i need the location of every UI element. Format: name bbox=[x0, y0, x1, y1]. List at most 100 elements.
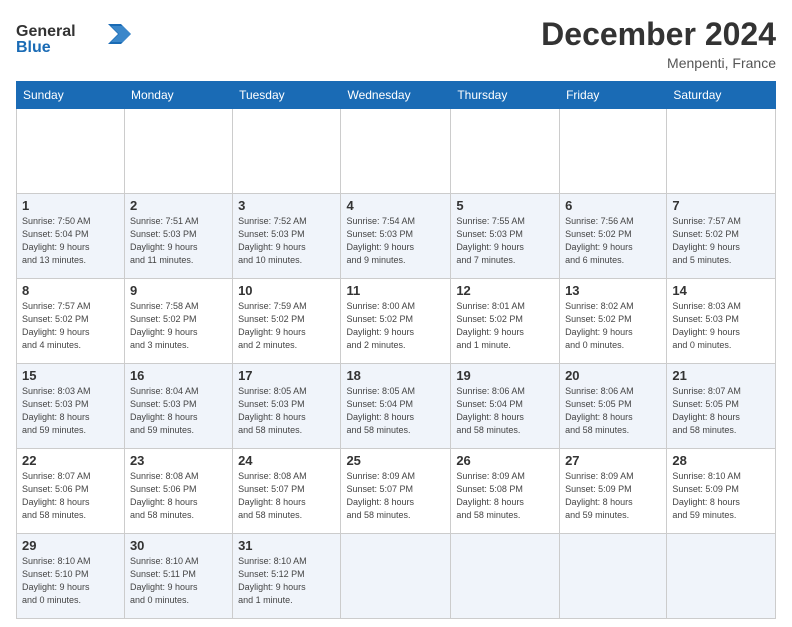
day-detail: Sunrise: 8:05 AMSunset: 5:04 PMDaylight:… bbox=[346, 385, 445, 437]
calendar-cell: 14Sunrise: 8:03 AMSunset: 5:03 PMDayligh… bbox=[667, 279, 776, 364]
calendar-cell bbox=[341, 109, 451, 194]
day-detail: Sunrise: 8:08 AMSunset: 5:07 PMDaylight:… bbox=[238, 470, 335, 522]
day-detail: Sunrise: 8:10 AMSunset: 5:12 PMDaylight:… bbox=[238, 555, 335, 607]
calendar-cell: 15 Sunrise: 8:03 AMSunset: 5:03 PMDayligh… bbox=[17, 364, 125, 449]
day-detail: Sunrise: 8:04 AMSunset: 5:03 PMDaylight:… bbox=[130, 385, 227, 437]
day-detail: Sunrise: 8:10 AMSunset: 5:10 PMDaylight:… bbox=[22, 555, 119, 607]
day-detail: Sunrise: 8:07 AMSunset: 5:06 PMDaylight:… bbox=[22, 470, 119, 522]
col-sunday: Sunday bbox=[17, 82, 125, 109]
day-detail: Sunrise: 7:57 AMSunset: 5:02 PMDaylight:… bbox=[672, 215, 770, 267]
day-number: 16 bbox=[130, 368, 227, 383]
calendar-cell bbox=[341, 534, 451, 619]
day-number: 21 bbox=[672, 368, 770, 383]
calendar-week-6: 29 Sunrise: 8:10 AMSunset: 5:10 PMDayligh… bbox=[17, 534, 776, 619]
day-number: 8 bbox=[22, 283, 119, 298]
calendar-cell: 26 Sunrise: 8:09 AMSunset: 5:08 PMDayligh… bbox=[451, 449, 560, 534]
logo: General Blue bbox=[16, 16, 136, 66]
calendar-cell: 23 Sunrise: 8:08 AMSunset: 5:06 PMDayligh… bbox=[124, 449, 232, 534]
day-number: 26 bbox=[456, 453, 554, 468]
day-number: 4 bbox=[346, 198, 445, 213]
day-detail: Sunrise: 8:03 AMSunset: 5:03 PMDaylight:… bbox=[672, 300, 770, 352]
day-detail: Sunrise: 8:00 AMSunset: 5:02 PMDaylight:… bbox=[346, 300, 445, 352]
month-title: December 2024 bbox=[541, 16, 776, 53]
col-wednesday: Wednesday bbox=[341, 82, 451, 109]
day-detail: Sunrise: 8:02 AMSunset: 5:02 PMDaylight:… bbox=[565, 300, 661, 352]
svg-text:General: General bbox=[16, 23, 76, 40]
day-number: 11 bbox=[346, 283, 445, 298]
day-detail: Sunrise: 8:08 AMSunset: 5:06 PMDaylight:… bbox=[130, 470, 227, 522]
day-detail: Sunrise: 7:56 AMSunset: 5:02 PMDaylight:… bbox=[565, 215, 661, 267]
day-detail: Sunrise: 8:10 AMSunset: 5:11 PMDaylight:… bbox=[130, 555, 227, 607]
day-detail: Sunrise: 8:07 AMSunset: 5:05 PMDaylight:… bbox=[672, 385, 770, 437]
calendar-cell: 18 Sunrise: 8:05 AMSunset: 5:04 PMDayligh… bbox=[341, 364, 451, 449]
calendar-cell: 4 Sunrise: 7:54 AMSunset: 5:03 PMDaylight… bbox=[341, 194, 451, 279]
day-detail: Sunrise: 7:54 AMSunset: 5:03 PMDaylight:… bbox=[346, 215, 445, 267]
day-number: 29 bbox=[22, 538, 119, 553]
calendar-cell: 17 Sunrise: 8:05 AMSunset: 5:03 PMDayligh… bbox=[233, 364, 341, 449]
day-detail: Sunrise: 8:09 AMSunset: 5:09 PMDaylight:… bbox=[565, 470, 661, 522]
day-number: 22 bbox=[22, 453, 119, 468]
calendar-cell bbox=[451, 534, 560, 619]
calendar-cell: 24 Sunrise: 8:08 AMSunset: 5:07 PMDayligh… bbox=[233, 449, 341, 534]
calendar-table: Sunday Monday Tuesday Wednesday Thursday… bbox=[16, 81, 776, 619]
calendar-cell bbox=[451, 109, 560, 194]
day-number: 31 bbox=[238, 538, 335, 553]
day-detail: Sunrise: 7:58 AMSunset: 5:02 PMDaylight:… bbox=[130, 300, 227, 352]
calendar-cell: 12Sunrise: 8:01 AMSunset: 5:02 PMDayligh… bbox=[451, 279, 560, 364]
day-number: 15 bbox=[22, 368, 119, 383]
logo-text: General Blue bbox=[16, 16, 136, 66]
calendar-week-4: 15 Sunrise: 8:03 AMSunset: 5:03 PMDayligh… bbox=[17, 364, 776, 449]
calendar-cell: 20Sunrise: 8:06 AMSunset: 5:05 PMDayligh… bbox=[560, 364, 667, 449]
calendar-cell: 30 Sunrise: 8:10 AMSunset: 5:11 PMDayligh… bbox=[124, 534, 232, 619]
calendar-cell bbox=[17, 109, 125, 194]
day-detail: Sunrise: 7:51 AMSunset: 5:03 PMDaylight:… bbox=[130, 215, 227, 267]
calendar-cell: 16 Sunrise: 8:04 AMSunset: 5:03 PMDayligh… bbox=[124, 364, 232, 449]
svg-text:Blue: Blue bbox=[16, 39, 51, 56]
day-number: 9 bbox=[130, 283, 227, 298]
day-number: 1 bbox=[22, 198, 119, 213]
calendar-cell bbox=[560, 534, 667, 619]
col-saturday: Saturday bbox=[667, 82, 776, 109]
calendar-cell: 6 Sunrise: 7:56 AMSunset: 5:02 PMDaylight… bbox=[560, 194, 667, 279]
day-detail: Sunrise: 7:55 AMSunset: 5:03 PMDaylight:… bbox=[456, 215, 554, 267]
calendar-cell: 21 Sunrise: 8:07 AMSunset: 5:05 PMDayligh… bbox=[667, 364, 776, 449]
day-number: 13 bbox=[565, 283, 661, 298]
col-thursday: Thursday bbox=[451, 82, 560, 109]
calendar-cell bbox=[667, 534, 776, 619]
day-number: 24 bbox=[238, 453, 335, 468]
location: Menpenti, France bbox=[541, 55, 776, 71]
calendar-cell: 22 Sunrise: 8:07 AMSunset: 5:06 PMDayligh… bbox=[17, 449, 125, 534]
calendar-cell: 8 Sunrise: 7:57 AMSunset: 5:02 PMDaylight… bbox=[17, 279, 125, 364]
day-number: 19 bbox=[456, 368, 554, 383]
day-number: 18 bbox=[346, 368, 445, 383]
day-number: 3 bbox=[238, 198, 335, 213]
day-number: 20 bbox=[565, 368, 661, 383]
day-detail: Sunrise: 8:06 AMSunset: 5:04 PMDaylight:… bbox=[456, 385, 554, 437]
day-number: 6 bbox=[565, 198, 661, 213]
day-detail: Sunrise: 7:59 AMSunset: 5:02 PMDaylight:… bbox=[238, 300, 335, 352]
calendar-cell: 3Sunrise: 7:52 AMSunset: 5:03 PMDaylight… bbox=[233, 194, 341, 279]
day-detail: Sunrise: 7:57 AMSunset: 5:02 PMDaylight:… bbox=[22, 300, 119, 352]
calendar-week-1 bbox=[17, 109, 776, 194]
day-detail: Sunrise: 8:09 AMSunset: 5:07 PMDaylight:… bbox=[346, 470, 445, 522]
day-number: 17 bbox=[238, 368, 335, 383]
calendar-cell: 29 Sunrise: 8:10 AMSunset: 5:10 PMDayligh… bbox=[17, 534, 125, 619]
day-detail: Sunrise: 8:03 AMSunset: 5:03 PMDaylight:… bbox=[22, 385, 119, 437]
day-number: 30 bbox=[130, 538, 227, 553]
calendar-cell: 2Sunrise: 7:51 AMSunset: 5:03 PMDaylight… bbox=[124, 194, 232, 279]
day-number: 23 bbox=[130, 453, 227, 468]
calendar-header-row: Sunday Monday Tuesday Wednesday Thursday… bbox=[17, 82, 776, 109]
title-section: December 2024 Menpenti, France bbox=[541, 16, 776, 71]
day-detail: Sunrise: 8:09 AMSunset: 5:08 PMDaylight:… bbox=[456, 470, 554, 522]
calendar-cell bbox=[560, 109, 667, 194]
day-detail: Sunrise: 8:05 AMSunset: 5:03 PMDaylight:… bbox=[238, 385, 335, 437]
day-detail: Sunrise: 8:01 AMSunset: 5:02 PMDaylight:… bbox=[456, 300, 554, 352]
calendar-cell: 1Sunrise: 7:50 AMSunset: 5:04 PMDaylight… bbox=[17, 194, 125, 279]
col-monday: Monday bbox=[124, 82, 232, 109]
calendar-cell: 5Sunrise: 7:55 AMSunset: 5:03 PMDaylight… bbox=[451, 194, 560, 279]
calendar-cell: 28Sunrise: 8:10 AMSunset: 5:09 PMDayligh… bbox=[667, 449, 776, 534]
day-number: 10 bbox=[238, 283, 335, 298]
col-tuesday: Tuesday bbox=[233, 82, 341, 109]
calendar-cell: 19 Sunrise: 8:06 AMSunset: 5:04 PMDayligh… bbox=[451, 364, 560, 449]
calendar-week-5: 22 Sunrise: 8:07 AMSunset: 5:06 PMDayligh… bbox=[17, 449, 776, 534]
